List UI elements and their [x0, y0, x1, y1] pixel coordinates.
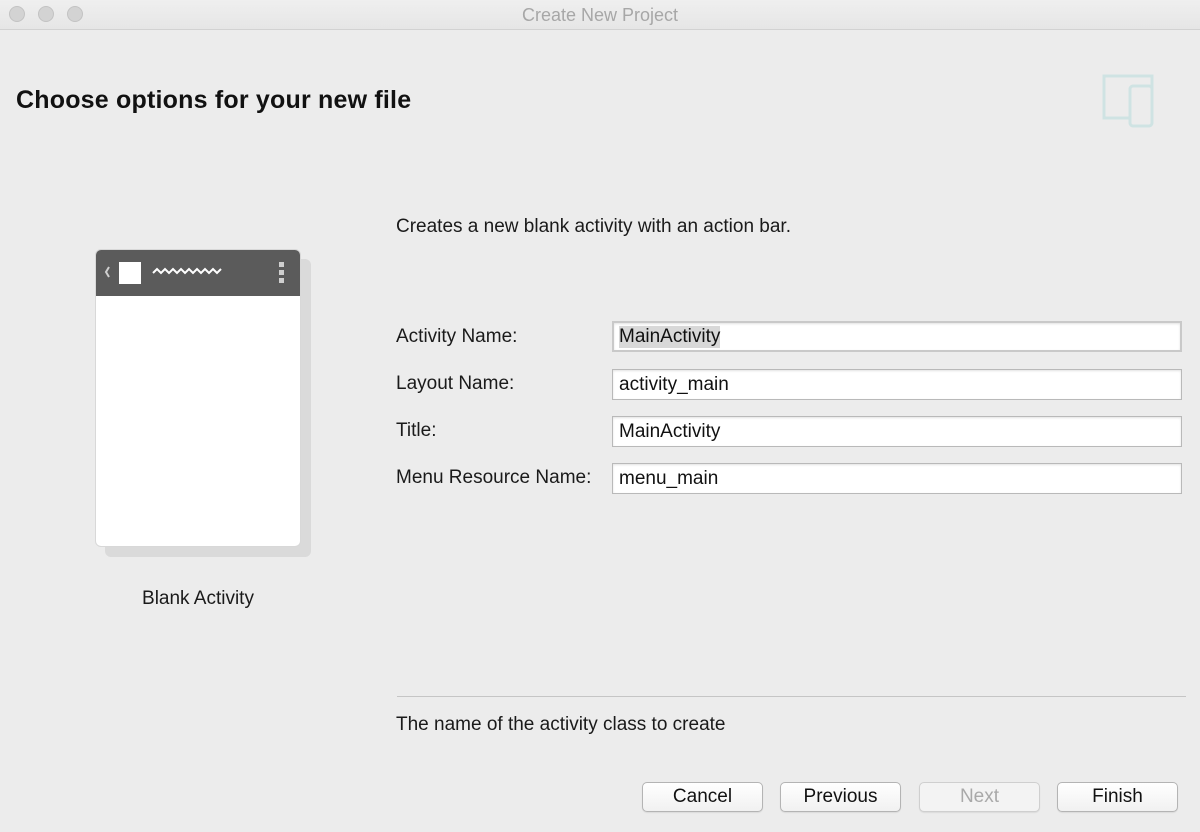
divider — [397, 696, 1186, 697]
menu-resource-name-label: Menu Resource Name: — [396, 467, 592, 488]
activity-name-value: MainActivity — [619, 326, 721, 348]
title-label: Title: — [396, 420, 437, 441]
menu-resource-name-value: menu_main — [619, 468, 719, 489]
preview-action-bar — [96, 250, 300, 296]
template-description: Creates a new blank activity with an act… — [396, 216, 791, 237]
layout-name-value: activity_main — [619, 374, 729, 395]
preview-screen — [95, 249, 301, 547]
activity-name-label: Activity Name: — [396, 326, 518, 347]
cancel-button[interactable]: Cancel — [642, 782, 763, 812]
template-name: Blank Activity — [142, 588, 254, 609]
title-field[interactable]: MainActivity — [612, 416, 1182, 447]
title-value: MainActivity — [619, 421, 721, 442]
menu-resource-name-field[interactable]: menu_main — [612, 463, 1182, 494]
window-title: Create New Project — [521, 5, 679, 25]
finish-button[interactable]: Finish — [1057, 782, 1178, 812]
layout-name-label: Layout Name: — [396, 373, 515, 394]
window-titlebar: Create New Project — [0, 0, 1200, 30]
next-button[interactable]: Next — [919, 782, 1040, 812]
previous-button[interactable]: Previous — [780, 782, 901, 812]
device-icon — [1102, 74, 1154, 133]
activity-name-field[interactable]: MainActivity — [612, 321, 1182, 352]
layout-name-field[interactable]: activity_main — [612, 369, 1182, 400]
action-bar-icons — [104, 262, 284, 284]
template-preview — [95, 249, 311, 557]
help-text: The name of the activity class to create — [396, 714, 726, 735]
page-title: Choose options for your new file — [16, 86, 412, 114]
